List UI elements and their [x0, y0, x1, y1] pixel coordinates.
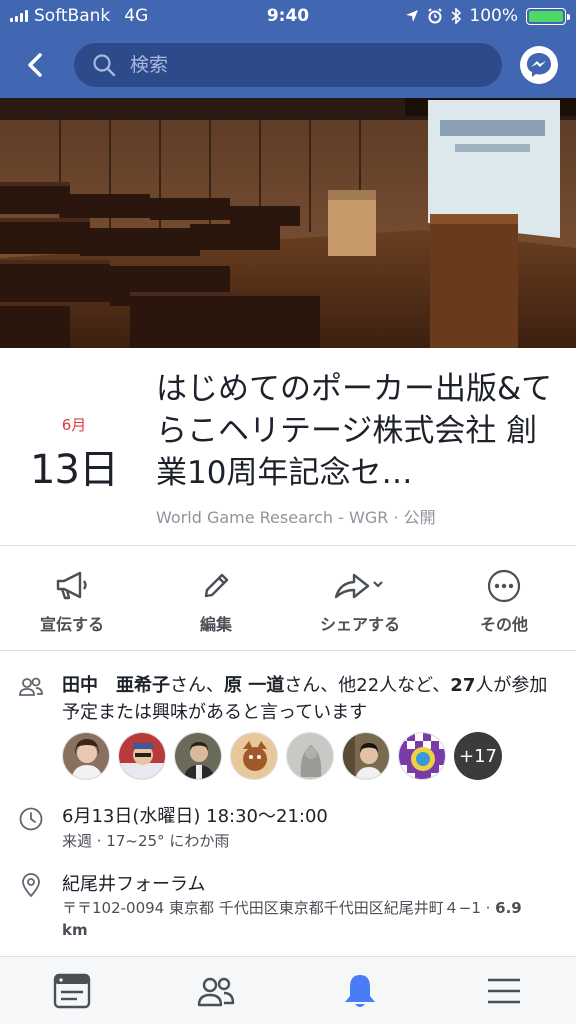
venue-name[interactable]: 紀尾井フォーラム [62, 870, 205, 896]
tab-menu[interactable] [432, 957, 576, 1024]
event-day: 13日 [30, 447, 119, 493]
friends-icon [197, 977, 235, 1006]
back-button[interactable] [0, 32, 70, 98]
edit-button[interactable]: 編集 [144, 547, 288, 650]
status-bar: SoftBank 4G 9:40 100% [0, 0, 576, 32]
going-name-1[interactable]: 田中 亜希子 [62, 675, 170, 696]
notifications-icon [345, 974, 375, 1007]
bottom-tab-bar [0, 956, 576, 1024]
event-header: 6月 13日 はじめてのポーカー出版&てらこヘリテージ株式会社 創業10周年記念… [0, 348, 576, 546]
share-button[interactable]: シェアする [288, 547, 432, 650]
event-time[interactable]: 6月13日(水曜日) 18:30〜21:00 [62, 802, 328, 828]
more-button[interactable]: その他 [432, 547, 576, 650]
venue-address-text: 〒〒102-0094 東京都 千代田区東京都千代田区紀尾井町４−1 · [62, 899, 496, 917]
bluetooth-icon [451, 8, 462, 24]
avatar[interactable] [342, 732, 390, 780]
auditorium-image [0, 98, 576, 348]
news-feed-icon [53, 973, 91, 1008]
more-icon [487, 569, 521, 603]
battery-fill [529, 10, 563, 22]
megaphone-icon [56, 571, 87, 600]
avatar[interactable] [62, 732, 110, 780]
battery-icon [526, 7, 570, 25]
going-name-2[interactable]: 原 一道 [224, 675, 284, 696]
avatar[interactable] [174, 732, 222, 780]
going-suffix-1: さん、 [170, 675, 224, 696]
event-actions: 宣伝する 編集 シェアする その他 [0, 547, 576, 651]
event-title[interactable]: はじめてのポーカー出版&てらこヘリテージ株式会社 創業10周年記念セ… [156, 368, 556, 494]
event-date: 6月 13日 [22, 414, 126, 495]
event-host-line[interactable]: World Game Research - WGR · 公開 [156, 504, 436, 528]
messenger-button[interactable] [520, 46, 558, 84]
share-icon [334, 573, 383, 599]
alarm-icon [428, 8, 443, 24]
top-nav [0, 32, 576, 98]
carrier-label: SoftBank [34, 6, 111, 26]
messenger-icon [527, 53, 551, 77]
avatar[interactable] [398, 732, 446, 780]
pencil-icon [204, 573, 229, 598]
tab-notifications[interactable] [288, 957, 432, 1024]
tab-friends[interactable] [144, 957, 288, 1024]
avatar[interactable] [230, 732, 278, 780]
tab-news-feed[interactable] [0, 957, 144, 1024]
promote-button[interactable]: 宣伝する [0, 547, 144, 650]
going-suffix-2: さん、他22人など、 [284, 675, 451, 696]
avatar[interactable] [286, 732, 334, 780]
going-count: 27 [450, 675, 476, 696]
status-right: 100% [405, 6, 570, 26]
search-bar[interactable] [74, 43, 502, 87]
guest-avatars: +17 [62, 732, 502, 780]
signal-icon [10, 10, 28, 22]
location-icon [406, 10, 419, 22]
status-left: SoftBank 4G [10, 6, 210, 26]
event-cover-photo[interactable] [0, 98, 576, 348]
more-guests-badge[interactable]: +17 [454, 732, 502, 780]
battery-percent: 100% [469, 6, 518, 26]
event-month: 6月 [61, 416, 87, 434]
event-weather: 来週 · 17~25° にわか雨 [62, 832, 230, 850]
clock-icon [19, 807, 43, 831]
chevron-left-icon [28, 53, 42, 77]
share-label: シェアする [319, 615, 400, 634]
location-pin-icon [22, 873, 40, 897]
promote-label: 宣伝する [39, 615, 104, 634]
search-input[interactable] [130, 54, 430, 76]
more-label: その他 [479, 615, 528, 634]
venue-address[interactable]: 〒〒102-0094 東京都 千代田区東京都千代田区紀尾井町４−1 · 6.9 … [62, 897, 542, 941]
search-icon [93, 54, 116, 77]
network-label: 4G [124, 6, 149, 26]
menu-icon [488, 978, 520, 1003]
people-icon [19, 677, 43, 696]
edit-label: 編集 [199, 615, 232, 634]
avatar[interactable] [118, 732, 166, 780]
going-summary[interactable]: 田中 亜希子さん、原 一道さん、他22人など、27人が参加予定または興味があると… [62, 672, 562, 726]
